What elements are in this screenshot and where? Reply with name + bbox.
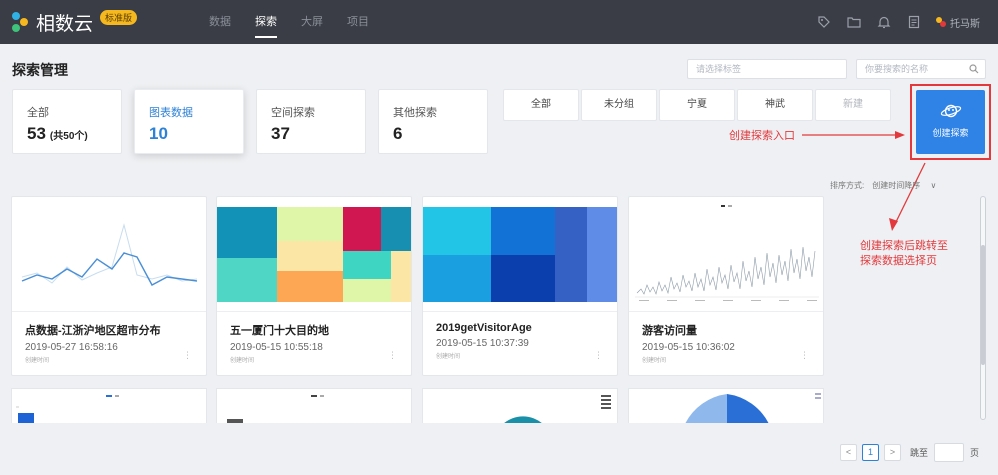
user-name: 托马斯 [950,18,980,30]
search-icon[interactable] [969,64,979,74]
annotation-redirect: 创建探索后跳转至 探索数据选择页 [860,238,948,268]
explore-card[interactable]: 五一厦门十大目的地 2019-05-15 10:55:18 创建时间 ⋮ [216,196,412,376]
card-title: 游客访问量 [642,325,697,337]
top-bar: 相数云 标准版 数据 探索 大屏 项目 托马斯 [0,0,998,44]
card-thumbnail-treemap [217,197,411,312]
card-date: 2019-05-15 10:55:18 [230,342,323,353]
tag-select[interactable]: 请选择标签 [687,59,847,79]
annotation-redirect-line2: 探索数据选择页 [860,254,937,267]
explore-card[interactable]: 游客访问量 2019-05-15 10:36:02 创建时间 ⋮ [628,196,824,376]
group-tab-shenwu[interactable]: 神武 [737,89,813,121]
stat-value: 10 [149,124,168,143]
scrollbar-thumb[interactable] [981,245,985,365]
planet-icon [940,104,961,118]
scrollbar[interactable] [980,196,986,420]
stat-card-chart[interactable]: 图表数据 10 [134,89,244,154]
stat-label: 空间探索 [271,107,315,119]
card-date: 2019-05-15 10:36:02 [642,342,735,353]
stat-card-spatial[interactable]: 空间探索 37 [256,89,366,154]
jump-page-input[interactable] [934,443,965,462]
group-tab-ningxia[interactable]: 宁夏 [659,89,735,121]
explore-card-partial[interactable] [422,388,618,423]
card-thumbnail-treemap [423,197,617,312]
app-logo[interactable]: 相数云 标准版 [10,9,138,36]
user-avatar-icon [936,17,946,27]
card-date: 2019-05-27 16:58:16 [25,342,118,353]
card-thumbnail-line [12,197,206,312]
card-caption: 创建时间 [642,358,667,364]
card-title: 点数据-江浙沪地区超市分布 [25,325,161,337]
app-name: 相数云 [36,13,94,35]
search-placeholder: 你要搜索的名称 [865,64,929,74]
stat-value: 53 (共50个) [27,124,88,143]
annotation-create-entry: 创建探索入口 [729,129,795,142]
card-title: 2019getVisitorAge [436,322,532,334]
page-number-button[interactable]: 1 [862,444,879,461]
logo-icon [12,12,28,32]
next-page-button[interactable]: > [884,444,901,461]
card-caption: 创建时间 [230,358,255,364]
top-icons: 托马斯 [801,0,980,44]
chevron-down-icon: ∨ [930,181,937,190]
page-title: 探索管理 [12,62,68,78]
prev-page-button[interactable]: < [840,444,857,461]
edition-badge: 标准版 [100,9,138,25]
stat-value: 6 [393,124,403,143]
jump-label: 跳至 [910,448,929,458]
stat-label: 图表数据 [149,107,193,119]
arrow-from-create [893,162,926,227]
search-input[interactable]: 你要搜索的名称 [856,59,986,79]
group-tab-new[interactable]: 新建 [815,89,891,121]
more-icon[interactable]: ⋮ [594,350,603,361]
stat-card-all[interactable]: 全部 53 (共50个) [12,89,122,154]
explore-card-partial[interactable] [216,388,412,423]
annotation-redirect-line1: 创建探索后跳转至 [860,239,948,252]
sort-label: 排序方式: [830,181,865,190]
stat-card-other[interactable]: 其他探索 6 [378,89,488,154]
bell-icon[interactable] [877,15,891,29]
nav-screen[interactable]: 大屏 [289,0,335,44]
card-date: 2019-05-15 10:37:39 [436,338,529,349]
stat-label: 全部 [27,107,49,119]
pagination: < 1 > 跳至 页 [840,443,979,462]
create-explore-button[interactable]: 创建探索 [916,90,985,154]
user-menu[interactable]: 托马斯 [935,15,980,30]
stat-label: 其他探索 [393,107,437,119]
nav-explore[interactable]: 探索 [243,0,289,44]
nav-data[interactable]: 数据 [197,0,243,44]
page-unit-label: 页 [970,448,980,458]
main-nav: 数据 探索 大屏 项目 [197,0,381,44]
sort-control[interactable]: 排序方式: 创建时间降序 ∨ [830,180,936,191]
more-icon[interactable]: ⋮ [800,350,809,361]
folder-icon[interactable] [847,15,861,29]
explore-card-partial[interactable] [11,388,207,423]
nav-project[interactable]: 项目 [335,0,381,44]
tag-icon[interactable] [817,15,831,29]
explore-card[interactable]: 点数据-江浙沪地区超市分布 2019-05-27 16:58:16 创建时间 ⋮ [11,196,207,376]
sort-value: 创建时间降序 [872,181,921,190]
more-icon[interactable]: ⋮ [388,350,397,361]
card-caption: 创建时间 [436,354,461,360]
card-title: 五一厦门十大目的地 [230,325,329,337]
explore-card-partial[interactable] [628,388,824,423]
card-thumbnail-timeseries [629,197,823,312]
group-tab-ungrouped[interactable]: 未分组 [581,89,657,121]
explore-card[interactable]: 2019getVisitorAge 2019-05-15 10:37:39 创建… [422,196,618,376]
more-icon[interactable]: ⋮ [183,350,192,361]
create-explore-label: 创建探索 [932,128,969,138]
stat-value: 37 [271,124,290,143]
arrow-from-create-head [889,218,898,231]
create-highlight-box: 创建探索 [910,84,991,160]
card-caption: 创建时间 [25,358,50,364]
document-icon[interactable] [907,15,921,29]
group-tab-all[interactable]: 全部 [503,89,579,121]
arrow-to-create-head [895,131,905,139]
